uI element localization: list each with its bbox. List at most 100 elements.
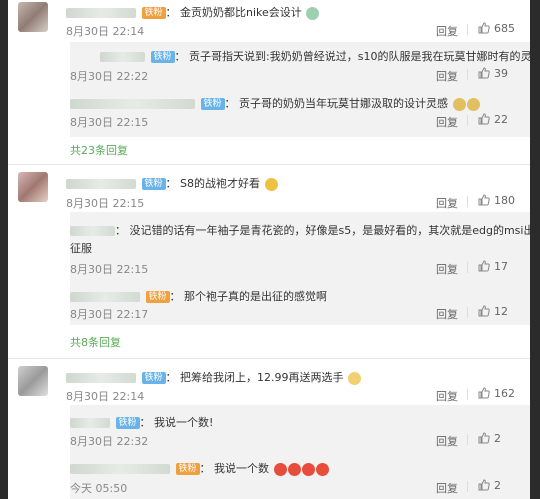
username-blurred[interactable] (70, 226, 115, 236)
emoji-icon (306, 6, 320, 20)
separator (467, 69, 468, 80)
thumbs-up-icon (478, 113, 490, 125)
username-blurred[interactable] (100, 52, 145, 62)
separator (467, 307, 468, 318)
angry-emoji-icon (287, 462, 301, 476)
like-button[interactable]: 180 (478, 194, 515, 207)
comment-line: 铁粉： 金贡奶奶都比nike会设计 (66, 4, 320, 20)
view-more-replies[interactable]: 共8条回复 (70, 334, 121, 350)
separator (467, 24, 468, 35)
like-button[interactable]: 685 (478, 22, 515, 35)
reply-line: 铁粉： 我说一个数 (70, 460, 329, 476)
username-blurred[interactable] (70, 292, 140, 302)
comment-text: 金贡奶奶都比nike会设计 (180, 6, 302, 19)
comment-panel: 铁粉： 金贡奶奶都比nike会设计 8月30日 22:14 回复 685 铁粉：… (8, 0, 530, 499)
like-count: 2 (494, 479, 501, 492)
comment-time: 8月30日 22:15 (66, 197, 145, 210)
thumbs-up-icon (478, 260, 490, 272)
thumbs-up-icon (478, 22, 490, 34)
like-button[interactable]: 22 (478, 113, 508, 126)
reply-button[interactable]: 回复 (436, 306, 458, 322)
reply-button[interactable]: 回复 (436, 23, 458, 39)
avatar[interactable] (18, 366, 48, 396)
separator (467, 481, 468, 492)
reply-button[interactable]: 回复 (436, 480, 458, 496)
reply-line: 铁粉： 贡子哥的奶奶当年玩莫甘娜汲取的设计灵感 (70, 95, 480, 111)
fan-badge: 铁粉 (200, 98, 225, 110)
username-blurred[interactable] (66, 179, 136, 189)
reply-button[interactable]: 回复 (436, 114, 458, 130)
fan-badge: 铁粉 (141, 372, 166, 384)
separator (467, 434, 468, 445)
thumbs-up-icon (478, 387, 490, 399)
emoji-icon (264, 177, 278, 191)
reply-text: 没记错的话有一年袖子是青花瓷的，好像是s5，是最好看的，其次就是edg的msi出 (129, 224, 531, 237)
reply-text: 我说一个数! (154, 416, 214, 429)
reply-button[interactable]: 回复 (436, 261, 458, 277)
divider (8, 164, 530, 165)
angry-emoji-icon (273, 462, 287, 476)
thumbs-up-icon (478, 194, 490, 206)
thumbs-up-icon (478, 479, 490, 491)
comment-text: S8的战袍才好看 (180, 177, 260, 190)
like-button[interactable]: 2 (478, 432, 501, 445)
reply-time: 8月30日 22:17 (70, 308, 149, 321)
reply-line: 铁粉： 我说一个数! (70, 414, 213, 430)
emoji-icon (348, 371, 362, 385)
like-count: 162 (494, 387, 515, 400)
thumbs-up-icon (478, 305, 490, 317)
fan-badge: 铁粉 (150, 51, 175, 63)
like-count: 17 (494, 260, 508, 273)
reply-button[interactable]: 回复 (436, 195, 458, 211)
like-count: 22 (494, 113, 508, 126)
like-button[interactable]: 162 (478, 387, 515, 400)
separator (467, 196, 468, 207)
reply-time: 8月30日 22:15 (70, 116, 149, 129)
like-count: 12 (494, 305, 508, 318)
avatar[interactable] (18, 172, 48, 202)
view-more-replies[interactable]: 共23条回复 (70, 142, 128, 158)
fan-badge: 铁粉 (175, 463, 200, 475)
comment-line: 铁粉： S8的战袍才好看 (66, 175, 278, 191)
reply-time: 今天 05:50 (70, 482, 128, 495)
reply-line: 铁粉： 那个袍子真的是出征的感觉啊 (70, 288, 327, 304)
username-blurred[interactable] (66, 373, 136, 383)
reply-button[interactable]: 回复 (436, 388, 458, 404)
divider (8, 358, 530, 359)
reply-time: 8月30日 22:22 (70, 70, 149, 83)
comment-time: 8月30日 22:14 (66, 390, 145, 403)
comment-time: 8月30日 22:14 (66, 25, 145, 38)
like-button[interactable]: 12 (478, 305, 508, 318)
reply-text: 我说一个数 (214, 462, 270, 475)
fan-badge: 铁粉 (115, 417, 140, 429)
like-button[interactable]: 2 (478, 479, 501, 492)
comment-line: 铁粉： 把筹给我闭上，12.99再送两选手 (66, 369, 362, 385)
fan-badge: 铁粉 (141, 178, 166, 190)
reply-line: ： 没记错的话有一年袖子是青花瓷的，好像是s5，是最好看的，其次就是edg的ms… (70, 222, 530, 238)
like-count: 685 (494, 22, 515, 35)
username-blurred[interactable] (66, 8, 136, 18)
reply-button[interactable]: 回复 (436, 433, 458, 449)
like-count: 39 (494, 67, 508, 80)
username-blurred[interactable] (70, 418, 110, 428)
separator (467, 389, 468, 400)
thumbs-up-icon (478, 432, 490, 444)
reply-text: 贡子哥指天说到:我奶奶曾经说过，s10的队服是我在玩莫甘娜时有的灵感。 (189, 50, 530, 63)
username-blurred[interactable] (70, 464, 170, 474)
username-blurred[interactable] (70, 99, 195, 109)
like-button[interactable]: 39 (478, 67, 508, 80)
like-count: 2 (494, 432, 501, 445)
avatar[interactable] (18, 2, 48, 32)
reply-button[interactable]: 回复 (436, 68, 458, 84)
separator (467, 262, 468, 273)
separator (467, 115, 468, 126)
angry-emoji-icon (315, 462, 329, 476)
like-button[interactable]: 17 (478, 260, 508, 273)
fan-badge: 铁粉 (145, 291, 170, 303)
reply-line-continued: 征服 (70, 240, 92, 256)
thumbs-up-icon (478, 67, 490, 79)
reply-time: 8月30日 22:32 (70, 435, 149, 448)
like-count: 180 (494, 194, 515, 207)
reply-text: 贡子哥的奶奶当年玩莫甘娜汲取的设计灵感 (239, 97, 449, 110)
emoji-icon (466, 97, 480, 111)
